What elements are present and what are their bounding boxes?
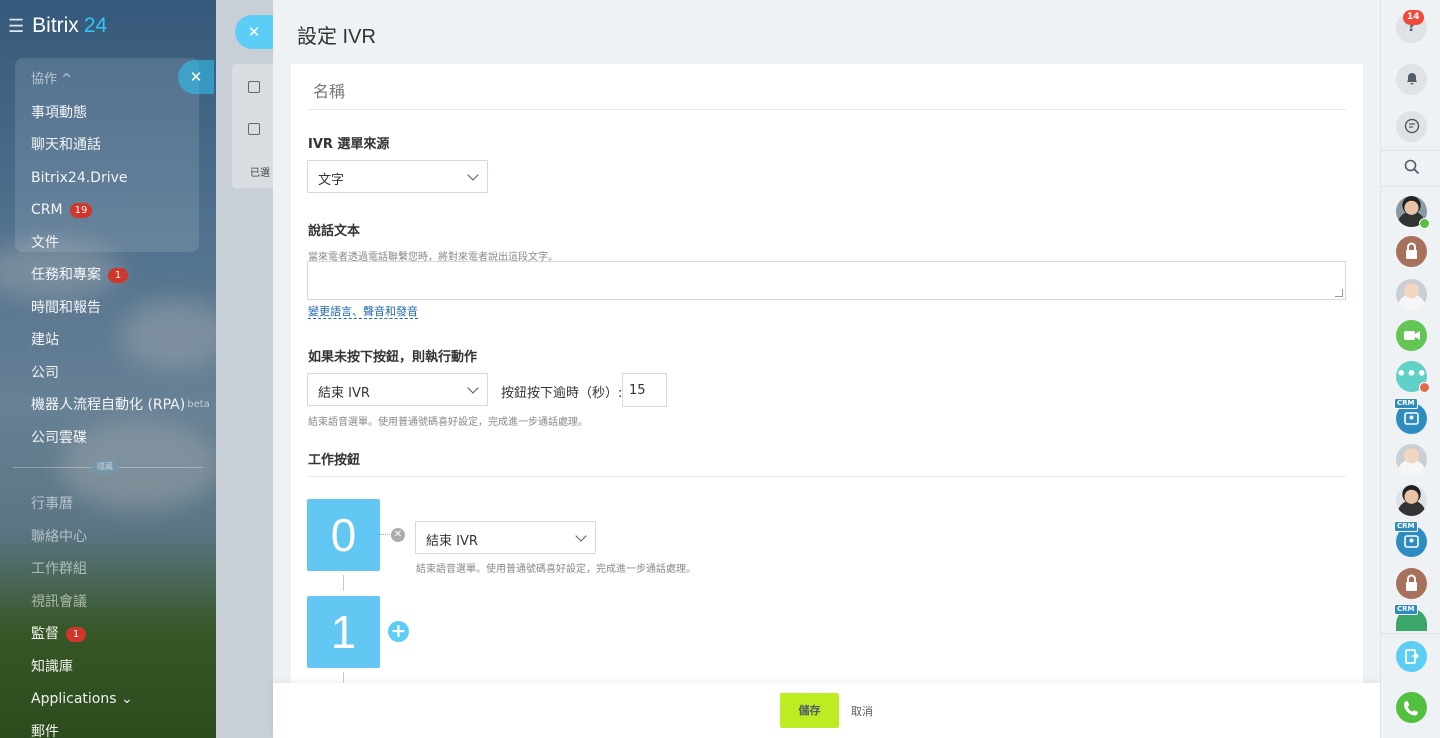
- timeout-input[interactable]: 15: [622, 373, 667, 407]
- crm-chat-icon[interactable]: CRM: [1394, 604, 1427, 631]
- crm-chat-icon[interactable]: CRM: [1394, 398, 1427, 434]
- chevron-down-icon: [575, 530, 587, 542]
- logo-number: 24: [83, 14, 108, 37]
- sidebar-item-calendar[interactable]: 行事曆: [31, 488, 216, 521]
- notifications-bell-icon[interactable]: [1396, 64, 1427, 95]
- key-tree-line: [343, 672, 344, 683]
- timeout-value: 15: [629, 383, 646, 398]
- no-press-action-value: 結束 IVR: [318, 386, 370, 401]
- sidebar-item-contact-center[interactable]: 聯絡中心: [31, 521, 216, 554]
- online-call-icon: [1419, 218, 1430, 229]
- sidebar-hidden-menu: 行事曆 聯絡中心 工作群組 視訊會議 監督 1 知識庫 Applications …: [31, 488, 216, 738]
- tasks-count-badge: 1: [108, 267, 128, 283]
- remove-key-icon[interactable]: ✕: [391, 528, 405, 542]
- timeout-label: 按鈕按下逾時（秒）:: [501, 386, 623, 401]
- sidebar-item-time[interactable]: 時間和報告: [31, 292, 216, 325]
- locked-chat-icon[interactable]: [1396, 236, 1427, 267]
- sidebar-item-chat[interactable]: 聊天和通話: [31, 129, 216, 162]
- menu-source-title: IVR 選單來源: [308, 137, 390, 152]
- key-0-action-value: 結束 IVR: [426, 534, 478, 549]
- left-sidebar: ☰ Bitrix 24 協作 ^ 事項動態 聊天和通話 Bitrix24.Dri…: [0, 0, 216, 738]
- ivr-name-placeholder[interactable]: 名稱: [313, 78, 345, 102]
- logo-text: Bitrix: [32, 14, 79, 37]
- crm-tag: CRM: [1394, 604, 1418, 615]
- no-press-title: 如果未按下按鈕，則執行動作: [308, 350, 478, 365]
- search-icon[interactable]: [1396, 152, 1427, 183]
- crm-count-badge: 19: [69, 202, 93, 218]
- chat-list-icon[interactable]: [1396, 111, 1427, 142]
- video-call-icon[interactable]: [1396, 320, 1427, 351]
- sidebar-item-drive[interactable]: Bitrix24.Drive: [31, 162, 216, 195]
- sidebar-item-supervision[interactable]: 監督 1: [31, 618, 216, 651]
- supervision-count-badge: 1: [66, 626, 86, 642]
- group-chat-avatar[interactable]: [1396, 279, 1427, 310]
- no-press-action-select[interactable]: 結束 IVR: [307, 373, 488, 406]
- screen-share-icon[interactable]: [1396, 641, 1427, 672]
- crm-chat-icon[interactable]: CRM: [1394, 521, 1427, 557]
- ivr-settings-panel: 設定 IVR 名稱 IVR 選單來源 文字 說話文本 當來電者透過電話聯繫您時，…: [273, 0, 1380, 738]
- sidebar-item-company-drive[interactable]: 公司雲碟: [31, 422, 216, 455]
- key-tree-line: [343, 575, 344, 591]
- sidebar-item-mail[interactable]: 郵件: [31, 716, 216, 738]
- crm-tag: CRM: [1394, 521, 1418, 532]
- sidebar-menu: 協作 ^ 事項動態 聊天和通話 Bitrix24.Drive CRM 19 文件 …: [31, 64, 216, 454]
- add-key-action-icon[interactable]: +: [388, 621, 409, 642]
- ivr-form: 名稱 IVR 選單來源 文字 說話文本 當來電者透過電話聯繫您時，將對來電者說出…: [291, 64, 1363, 683]
- bitrix24-logo[interactable]: ☰ Bitrix 24: [8, 14, 107, 38]
- phone-call-icon[interactable]: [1396, 692, 1427, 723]
- beta-tag: beta: [187, 399, 210, 411]
- speech-text-title: 說話文本: [308, 224, 361, 239]
- save-button[interactable]: 儲存: [780, 693, 839, 728]
- sidebar-item-docs[interactable]: 文件: [31, 227, 216, 260]
- sidebar-item-video-conf[interactable]: 視訊會議: [31, 586, 216, 619]
- sidebar-item-feed[interactable]: 事項動態: [31, 97, 216, 130]
- menu-source-select[interactable]: 文字: [307, 160, 488, 193]
- key-0-tile[interactable]: 0: [307, 499, 380, 571]
- underlying-page: 已選: [216, 0, 273, 738]
- key-1-tile[interactable]: 1: [307, 596, 380, 668]
- buttons-title: 工作按鈕: [308, 453, 361, 468]
- change-voice-link[interactable]: 變更語言、聲音和發音: [308, 305, 418, 319]
- form-footer: 儲存 取消: [273, 683, 1380, 738]
- sidebar-item-company[interactable]: 公司: [31, 357, 216, 390]
- sidebar-item-sites[interactable]: 建站: [31, 324, 216, 357]
- key-connector: [380, 534, 390, 535]
- hidden-items-divider: 隱藏: [13, 460, 203, 474]
- row-checkbox[interactable]: [248, 123, 260, 135]
- sidebar-item-applications[interactable]: Applications ⌄: [31, 683, 216, 716]
- section-divider: [308, 476, 1346, 477]
- sidebar-item-tasks[interactable]: 任務和專案 1: [31, 259, 216, 292]
- crm-tag: CRM: [1394, 398, 1418, 409]
- chevron-down-icon: [467, 382, 479, 394]
- contact-avatar[interactable]: [1396, 444, 1427, 475]
- locked-chat-icon[interactable]: [1396, 568, 1427, 599]
- prev-slider-close-icon[interactable]: ✕: [178, 60, 214, 94]
- group-status-icon: [1419, 382, 1430, 393]
- rightbar-separator: [1381, 150, 1440, 151]
- sidebar-item-knowledge[interactable]: 知識庫: [31, 651, 216, 684]
- close-slider-icon[interactable]: ✕: [235, 15, 273, 49]
- right-sidebar: ? 14 ••• CRM CRM CRM: [1380, 0, 1440, 738]
- contact-avatar[interactable]: [1396, 485, 1427, 516]
- rightbar-separator: [1381, 186, 1440, 187]
- rightbar-separator: [1381, 633, 1440, 634]
- help-count-badge: 14: [1403, 10, 1424, 25]
- chevron-down-icon: [467, 169, 479, 181]
- key-0-hint: 結束語音選單。使用普通號碼喜好設定，完成進一步通話處理。: [416, 564, 696, 575]
- resize-grip-icon[interactable]: [1335, 289, 1343, 297]
- speech-text-input[interactable]: [307, 261, 1346, 300]
- key-0-action-select[interactable]: 結束 IVR: [415, 521, 596, 554]
- page-title: 設定 IVR: [297, 26, 376, 48]
- menu-burger-icon[interactable]: ☰: [8, 16, 24, 37]
- no-press-hint: 結束語音選單。使用普通號碼喜好設定，完成進一步通話處理。: [308, 417, 588, 428]
- sidebar-item-rpa[interactable]: 機器人流程自動化 (RPA) beta: [31, 389, 216, 422]
- divider-label[interactable]: 隱藏: [91, 460, 119, 474]
- row-checkbox[interactable]: [248, 81, 260, 93]
- sidebar-item-workgroups[interactable]: 工作群組: [31, 553, 216, 586]
- sidebar-item-crm[interactable]: CRM 19: [31, 194, 216, 227]
- selected-count-label: 已選: [250, 168, 270, 179]
- cancel-button[interactable]: 取消: [851, 703, 873, 719]
- ivr-name-field[interactable]: 名稱: [308, 78, 1346, 110]
- menu-source-value: 文字: [318, 173, 345, 188]
